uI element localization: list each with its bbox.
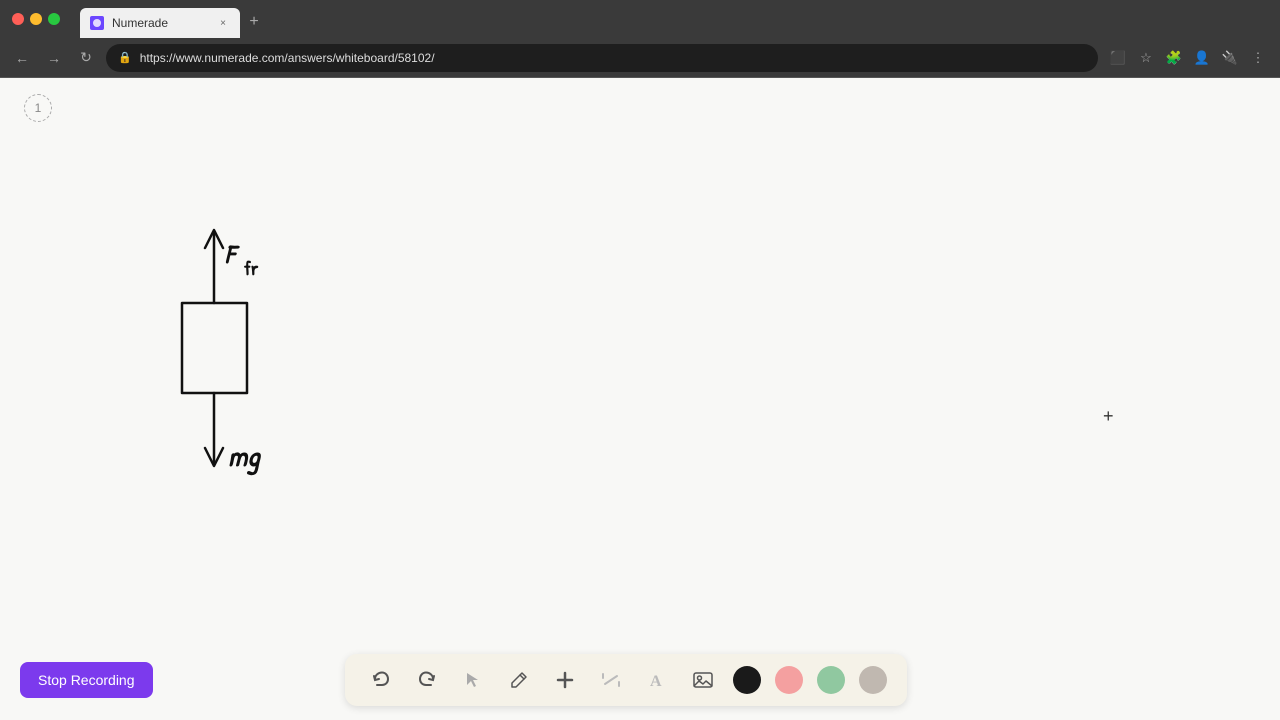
- tabs-area: Numerade × +: [80, 0, 1268, 38]
- tab-title: Numerade: [112, 16, 168, 30]
- image-tool-button[interactable]: [687, 664, 719, 696]
- select-tool-button[interactable]: [457, 664, 489, 696]
- menu-icon[interactable]: ⋮: [1246, 46, 1270, 70]
- new-tab-button[interactable]: +: [240, 8, 268, 36]
- svg-text:mg: mg: [228, 437, 262, 476]
- profile2-icon[interactable]: 🔌: [1218, 46, 1242, 70]
- color-gray-button[interactable]: [859, 666, 887, 694]
- whiteboard-drawing: F fr mg: [0, 78, 1280, 720]
- nav-bar: ← → ↻ 🔒 https://www.numerade.com/answers…: [0, 38, 1280, 78]
- color-mint-button[interactable]: [817, 666, 845, 694]
- whiteboard-area[interactable]: 1 + F fr mg: [0, 78, 1280, 720]
- close-button[interactable]: [12, 13, 24, 25]
- tab-close-button[interactable]: ×: [216, 16, 230, 30]
- url-text: https://www.numerade.com/answers/whitebo…: [140, 51, 435, 65]
- bookmark-icon[interactable]: ☆: [1134, 46, 1158, 70]
- traffic-lights: [12, 13, 60, 25]
- bottom-toolbar-area: Stop Recording: [0, 640, 1280, 720]
- drawing-toolbar: A: [345, 654, 907, 706]
- svg-text:fr: fr: [244, 255, 259, 281]
- lock-icon: 🔒: [118, 51, 132, 64]
- undo-button[interactable]: [365, 664, 397, 696]
- active-tab[interactable]: Numerade ×: [80, 8, 240, 38]
- address-bar[interactable]: 🔒 https://www.numerade.com/answers/white…: [106, 44, 1098, 72]
- svg-text:A: A: [650, 673, 662, 690]
- redo-button[interactable]: [411, 664, 443, 696]
- stop-recording-button[interactable]: Stop Recording: [20, 662, 153, 698]
- tab-favicon: [90, 16, 104, 30]
- refresh-button[interactable]: ↻: [74, 46, 98, 70]
- profile-icon[interactable]: 👤: [1190, 46, 1214, 70]
- browser-window: Numerade × + ← → ↻ 🔒 https://www.numerad…: [0, 0, 1280, 720]
- color-black-button[interactable]: [733, 666, 761, 694]
- nav-right-buttons: ⬛ ☆ 🧩 👤 🔌 ⋮: [1106, 46, 1270, 70]
- forward-button[interactable]: →: [42, 46, 66, 70]
- screen-record-icon[interactable]: ⬛: [1106, 46, 1130, 70]
- extensions-icon[interactable]: 🧩: [1162, 46, 1186, 70]
- line-tool-button[interactable]: [595, 664, 627, 696]
- pen-tool-button[interactable]: [503, 664, 535, 696]
- svg-text:F: F: [225, 237, 240, 272]
- color-pink-button[interactable]: [775, 666, 803, 694]
- back-button[interactable]: ←: [10, 46, 34, 70]
- maximize-button[interactable]: [48, 13, 60, 25]
- title-bar: Numerade × +: [0, 0, 1280, 38]
- text-tool-button[interactable]: A: [641, 664, 673, 696]
- add-shape-button[interactable]: [549, 664, 581, 696]
- page-indicator: 1: [24, 94, 52, 122]
- minimize-button[interactable]: [30, 13, 42, 25]
- cursor-crosshair: +: [1103, 406, 1114, 427]
